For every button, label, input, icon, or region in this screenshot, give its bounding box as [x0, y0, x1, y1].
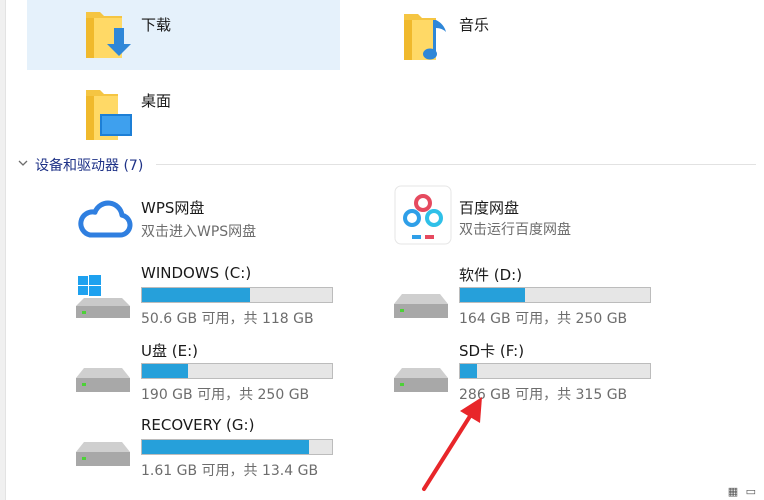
- drive-free-space: 1.61 GB 可用，共 13.4 GB: [141, 463, 319, 479]
- folder-desktop[interactable]: 桌面: [27, 76, 340, 142]
- windows-drive-icon: [76, 275, 130, 318]
- drive-usage-fill: [142, 440, 310, 454]
- drive-usage-bar: [459, 363, 651, 379]
- app-subtitle: 双击运行百度网盘: [459, 222, 571, 238]
- baidu-netdisk-icon: [394, 185, 452, 245]
- annotation-arrow-icon: [422, 397, 482, 491]
- app-name: WPS网盘: [141, 199, 205, 217]
- section-divider: [156, 164, 756, 165]
- drive-usage-fill: [142, 288, 251, 302]
- drive-free-space: 190 GB 可用，共 250 GB: [141, 387, 310, 403]
- drive-usage-bar: [459, 287, 651, 303]
- left-scroll-edge: [0, 0, 6, 500]
- folder-label: 下载: [141, 16, 172, 34]
- drive-name: SD卡 (F:): [459, 342, 525, 360]
- drive-g[interactable]: RECOVERY (G:) 1.61 GB 可用，共 13.4 GB: [76, 414, 376, 480]
- folder-label: 桌面: [141, 92, 172, 110]
- drive-name: U盘 (E:): [141, 342, 198, 360]
- folder-downloads[interactable]: 下载: [27, 0, 340, 70]
- devices-section-header[interactable]: 设备和驱动器 (7): [16, 152, 756, 176]
- folder-music[interactable]: 音乐: [400, 0, 700, 70]
- drive-c[interactable]: WINDOWS (C:) 50.6 GB 可用，共 118 GB: [76, 262, 376, 328]
- drive-usage-fill: [460, 364, 478, 378]
- drive-usage-bar: [141, 439, 333, 455]
- chevron-down-icon[interactable]: [18, 158, 28, 168]
- drive-usage-bar: [141, 287, 333, 303]
- hard-drive-icon: [76, 442, 130, 466]
- hard-drive-icon: [76, 368, 130, 392]
- app-wps-cloud[interactable]: WPS网盘 双击进入WPS网盘: [76, 195, 376, 261]
- folder-label: 音乐: [459, 16, 490, 34]
- hard-drive-icon: [394, 294, 448, 318]
- drive-usage-fill: [460, 288, 526, 302]
- downloads-folder-icon: [86, 12, 131, 58]
- drive-usage-bar: [141, 363, 333, 379]
- drive-name: 软件 (D:): [459, 266, 523, 284]
- section-title: 设备和驱动器 (7): [35, 158, 144, 174]
- music-folder-icon: [404, 14, 446, 60]
- view-toggle-icon[interactable]: ▦ ▭: [728, 485, 758, 498]
- desktop-folder-icon: [86, 90, 132, 140]
- app-name: 百度网盘: [459, 199, 520, 217]
- drive-e[interactable]: U盘 (E:) 190 GB 可用，共 250 GB: [76, 338, 376, 404]
- drive-usage-fill: [142, 364, 188, 378]
- drive-name: RECOVERY (G:): [141, 416, 255, 434]
- drive-free-space: 164 GB 可用，共 250 GB: [459, 311, 628, 327]
- drive-name: WINDOWS (C:): [141, 264, 252, 282]
- drive-free-space: 50.6 GB 可用，共 118 GB: [141, 311, 314, 327]
- app-subtitle: 双击进入WPS网盘: [141, 224, 257, 240]
- app-baidu-netdisk[interactable]: 百度网盘 双击运行百度网盘: [394, 185, 694, 251]
- wps-cloud-icon: [78, 200, 133, 238]
- drive-d[interactable]: 软件 (D:) 164 GB 可用，共 250 GB: [394, 262, 694, 328]
